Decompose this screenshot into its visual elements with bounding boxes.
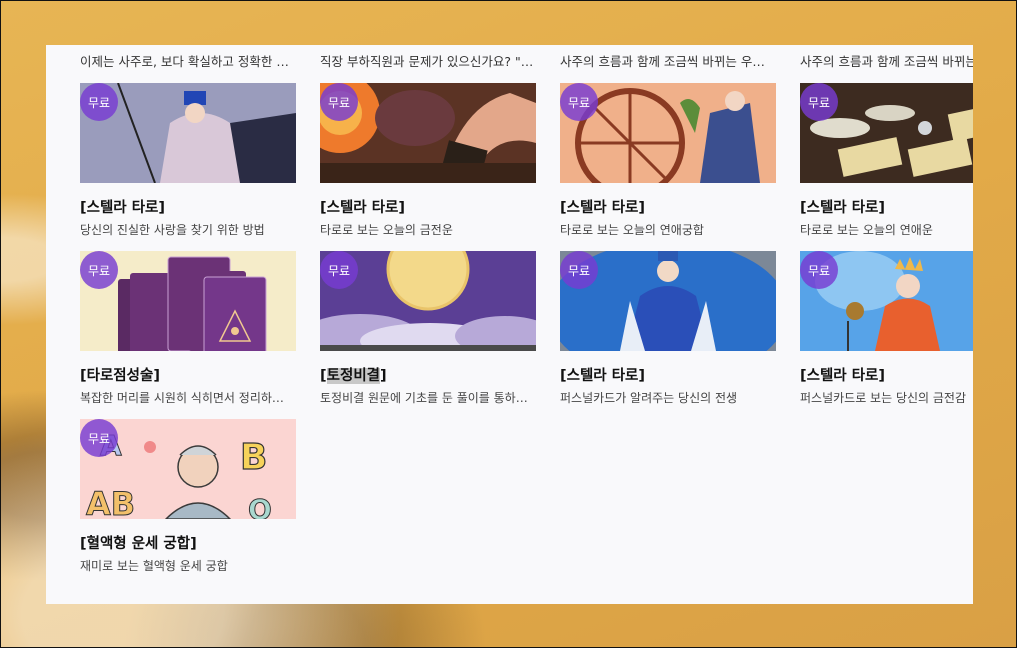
card-desc: 재미로 보는 혈액형 운세 궁합 [80, 559, 228, 573]
card-thumbnail[interactable]: 무료 [800, 83, 973, 183]
card-thumbnail[interactable]: 무료 [80, 83, 296, 183]
card-desc: 퍼스널카드로 보는 당신의 금전감 [800, 391, 967, 405]
content-card[interactable]: 무료 [타로점성술] 복잡한 머리를 시원히 식히면서 정리하… [80, 251, 296, 406]
prev-card-desc-2: 직장 부하직원과 문제가 있으신가요? "… [320, 54, 534, 69]
prev-card-desc-1: 이제는 사주로, 보다 확실하고 정확한 … [80, 54, 289, 69]
svg-text:O: O [248, 493, 272, 519]
content-card[interactable]: 무료 [스텔라 타로] 퍼스널카드로 보는 당신의 금전감 [800, 251, 973, 406]
prev-card-desc-4: 사주의 흐름과 함께 조금씩 바뀌는 우천… [800, 54, 973, 69]
content-card[interactable]: B A AB O 무료 [혈액형 운세 궁합] 재미로 보는 혈액형 운세 궁합 [80, 419, 296, 574]
card-desc: 복잡한 머리를 시원히 식히면서 정리하… [80, 391, 284, 405]
prev-card-desc-3: 사주의 흐름과 함께 조금씩 바뀌는 우천… [560, 54, 776, 69]
content-card[interactable]: 무료 [스텔라 타로] 타로로 보는 오늘의 연애궁합 [560, 83, 776, 238]
free-badge: 무료 [80, 251, 118, 289]
free-badge: 무료 [80, 83, 118, 121]
card-desc: 퍼스널카드가 알려주는 당신의 전생 [560, 391, 738, 405]
card-title[interactable]: [스텔라 타로] [560, 196, 776, 217]
card-thumbnail[interactable]: 무료 [80, 251, 296, 351]
content-card[interactable]: 무료 [스텔라 타로] 퍼스널카드가 알려주는 당신의 전생 [560, 251, 776, 406]
free-badge: 무료 [80, 419, 118, 457]
svg-text:AB: AB [86, 485, 135, 519]
content-panel: 이제는 사주로, 보다 확실하고 정확한 … 직장 부하직원과 문제가 있으신가… [46, 45, 973, 604]
free-badge: 무료 [320, 251, 358, 289]
card-title[interactable]: [혈액형 운세 궁합] [80, 532, 296, 553]
screen-frame: 이제는 사주로, 보다 확실하고 정확한 … 직장 부하직원과 문제가 있으신가… [0, 0, 1017, 648]
card-desc: 타로로 보는 오늘의 연애궁합 [560, 223, 704, 237]
content-card[interactable]: 무료 [스텔라 타로] 당신의 진실한 사랑을 찾기 위한 방법 [80, 83, 296, 238]
card-title[interactable]: [타로점성술] [80, 364, 296, 385]
content-card[interactable]: 무료 [토정비결] 토정비결 원문에 기초를 둔 풀이를 통하… [320, 251, 536, 406]
card-thumbnail[interactable]: 무료 [560, 83, 776, 183]
card-title[interactable]: [토정비결] [320, 364, 536, 385]
card-title-highlight: 토정비결 [326, 368, 381, 384]
card-thumbnail[interactable]: 무료 [320, 83, 536, 183]
card-title[interactable]: [스텔라 타로] [800, 196, 973, 217]
card-title[interactable]: [스텔라 타로] [320, 196, 536, 217]
free-badge: 무료 [800, 251, 838, 289]
content-card[interactable]: 무료 [스텔라 타로] 타로로 보는 오늘의 금전운 [320, 83, 536, 238]
free-badge: 무료 [800, 83, 838, 121]
card-title[interactable]: [스텔라 타로] [560, 364, 776, 385]
card-desc: 토정비결 원문에 기초를 둔 풀이를 통하… [320, 391, 528, 405]
card-title[interactable]: [스텔라 타로] [800, 364, 973, 385]
card-desc: 타로로 보는 오늘의 연애운 [800, 223, 933, 237]
card-desc: 타로로 보는 오늘의 금전운 [320, 223, 453, 237]
card-desc: 당신의 진실한 사랑을 찾기 위한 방법 [80, 223, 265, 237]
svg-text:B: B [240, 437, 267, 478]
card-title-suffix: ] [380, 368, 387, 384]
card-title[interactable]: [스텔라 타로] [80, 196, 296, 217]
free-badge: 무료 [320, 83, 358, 121]
content-card[interactable]: 무료 [스텔라 타로] 타로로 보는 오늘의 연애운 [800, 83, 973, 238]
free-badge: 무료 [560, 83, 598, 121]
card-thumbnail[interactable]: 무료 [560, 251, 776, 351]
card-thumbnail[interactable]: B A AB O 무료 [80, 419, 296, 519]
card-thumbnail[interactable]: 무료 [800, 251, 973, 351]
free-badge: 무료 [560, 251, 598, 289]
card-title-prefix: [ [320, 368, 327, 384]
card-thumbnail[interactable]: 무료 [320, 251, 536, 351]
